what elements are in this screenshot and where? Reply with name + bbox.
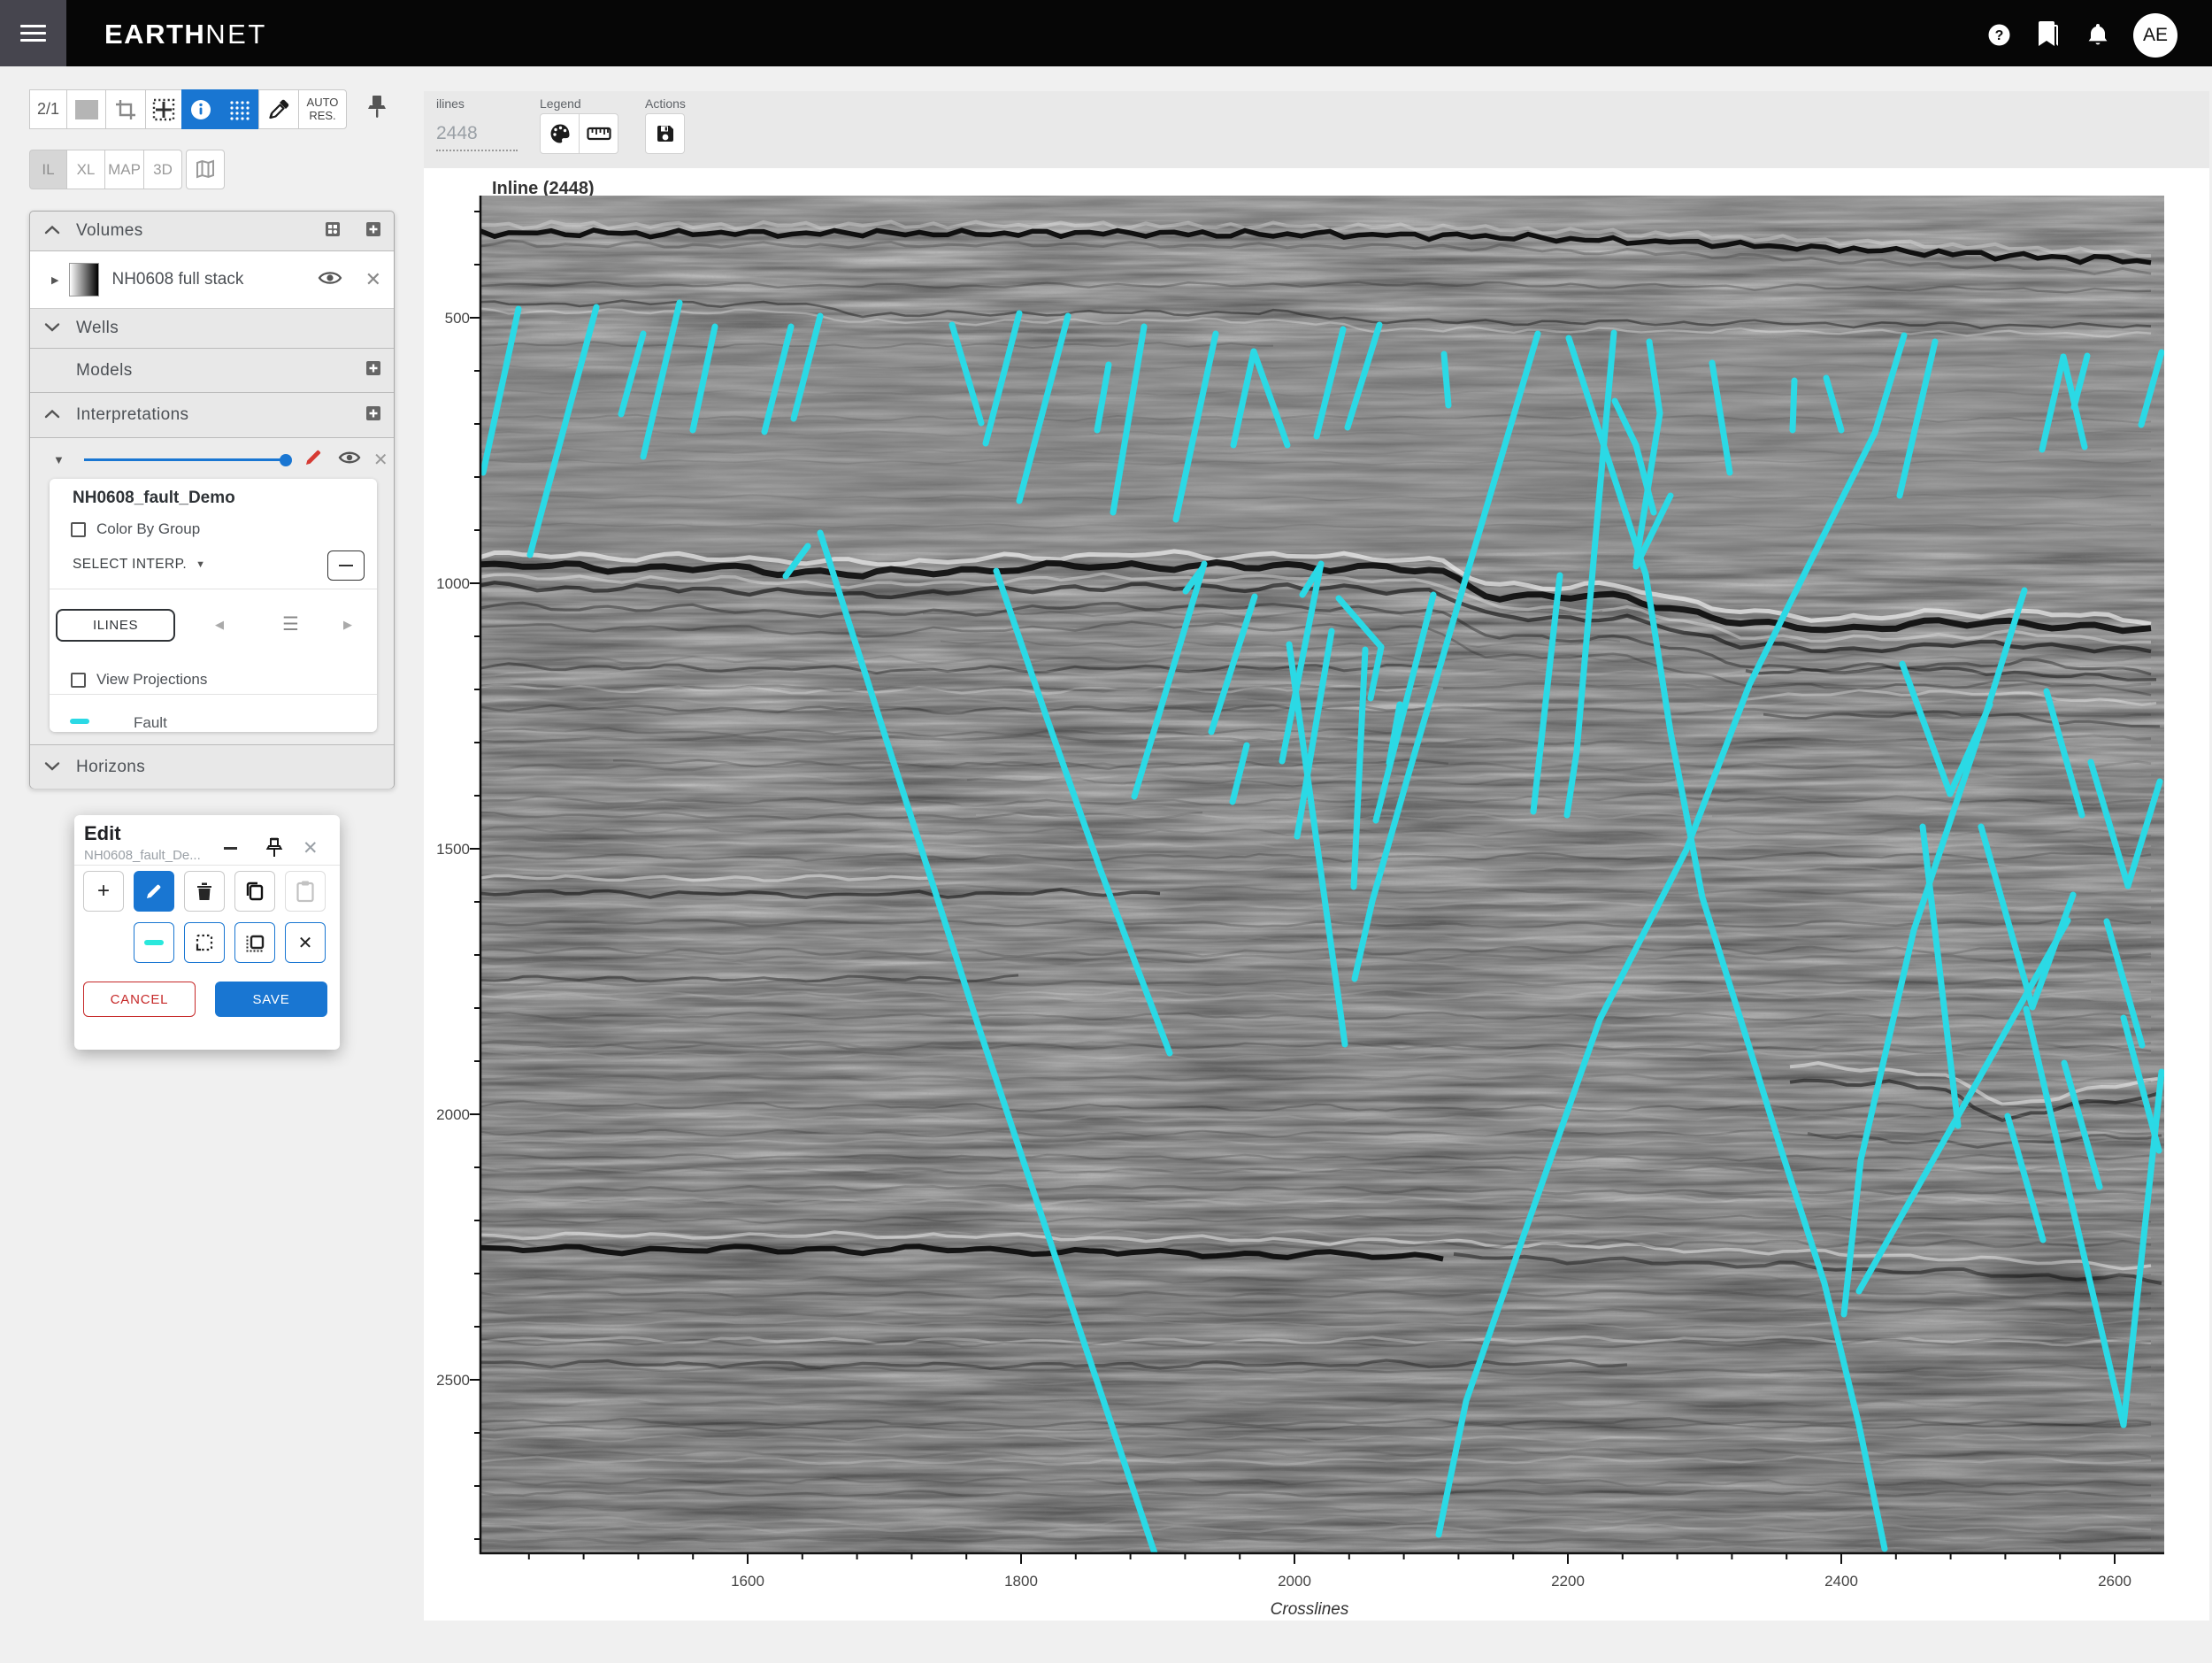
svg-text:2400: 2400 [1824,1573,1858,1590]
svg-text:2000: 2000 [436,1106,470,1123]
svg-text:1600: 1600 [731,1573,764,1590]
svg-text:1500: 1500 [436,841,470,858]
svg-text:1800: 1800 [1004,1573,1038,1590]
svg-text:2000: 2000 [1278,1573,1311,1590]
svg-text:500: 500 [445,310,470,327]
svg-text:2600: 2600 [2098,1573,2131,1590]
svg-text:1000: 1000 [436,575,470,592]
svg-text:2500: 2500 [436,1372,470,1389]
svg-text:Crosslines: Crosslines [1271,1600,1349,1619]
svg-text:?: ? [1995,28,2004,43]
svg-text:Inline (2448): Inline (2448) [492,179,595,198]
svg-text:2200: 2200 [1551,1573,1585,1590]
